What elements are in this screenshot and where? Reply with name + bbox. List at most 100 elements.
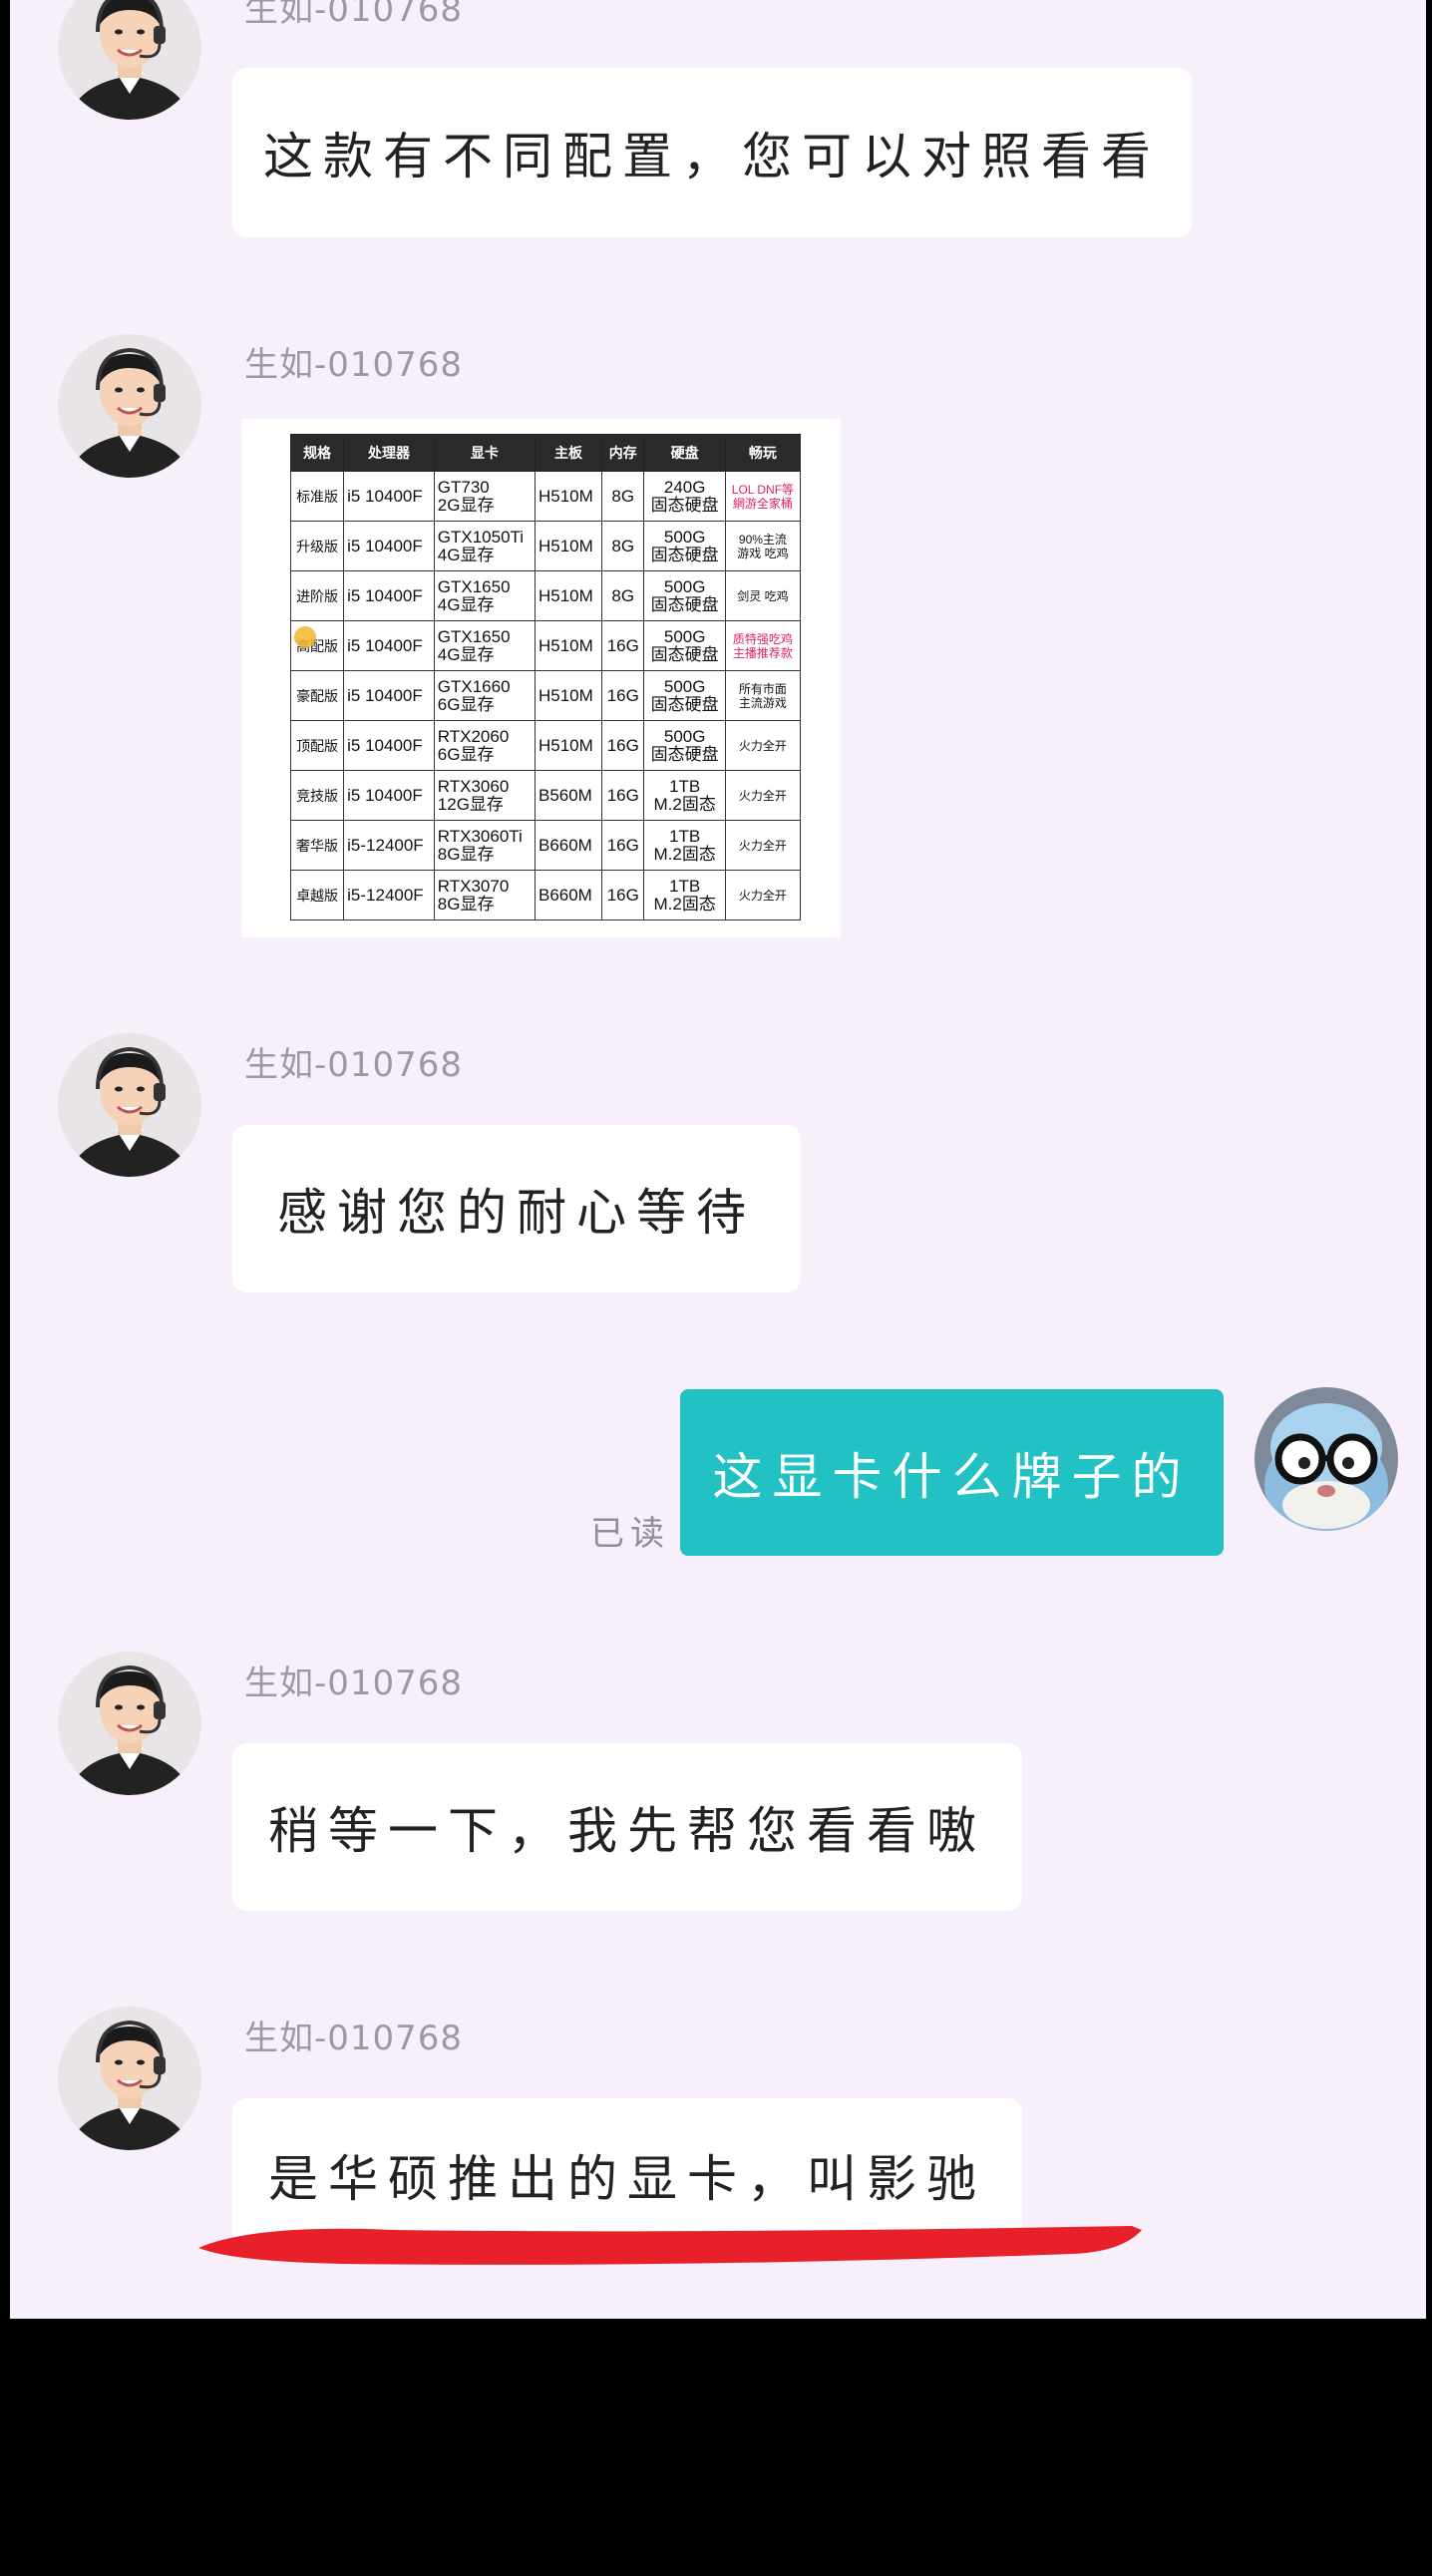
spec-table-cell: i5 10400F bbox=[343, 570, 435, 621]
spec-cell-text: i5-12400F bbox=[347, 885, 424, 905]
spec-table-row: 卓越版 i5-12400F RTX3070 8G显存 B660M 16G 1TB M.2固态火… bbox=[289, 870, 802, 920]
spec-table-row: 进阶版 i5 10400F GTX1650 4G显存 H510M 8G 500G 固态硬盘 剑灵… bbox=[289, 570, 802, 621]
spec-table-cell: 16G bbox=[601, 870, 645, 920]
spec-cell-text: 16G bbox=[606, 635, 639, 655]
my-message-bubble[interactable]: 这显卡什么牌子的 bbox=[680, 1389, 1224, 1556]
spec-table-cell: 奢华版 bbox=[289, 820, 345, 871]
spec-cell-text: H510M bbox=[537, 536, 593, 555]
spec-table-row: 高配版 i5 10400F GTX1650 4G显存 H510M 16G 500G 固态硬盘质… bbox=[289, 620, 802, 671]
sticker-icon bbox=[294, 626, 316, 648]
spec-table-cell: 火力全开 bbox=[724, 770, 802, 821]
spec-cell-text: i5 10400F bbox=[347, 486, 423, 506]
spec-table-cell: i5 10400F bbox=[343, 770, 435, 821]
spec-cell-text: 90%主流 bbox=[738, 532, 787, 547]
spec-table-cell: RTX3060Ti 8G显存 bbox=[433, 820, 536, 871]
spec-table-cell: 8G bbox=[601, 521, 645, 571]
spec-table-cell: i5 10400F bbox=[343, 670, 435, 721]
spec-table-row: 升级版 i5 10400F GTX1050Ti 4G显存 H510M 8G 500G 固态硬盘… bbox=[289, 521, 802, 571]
spec-table-cell: 竞技版 bbox=[289, 770, 345, 821]
spec-cell-text: 固态硬盘 bbox=[650, 744, 719, 764]
spec-table-header-cell: 主板 bbox=[534, 434, 603, 472]
spec-cell-text: 500G bbox=[663, 576, 706, 596]
spec-table-cell: GTX1660 6G显存 bbox=[433, 670, 536, 721]
spec-table-cell: 240G 固态硬盘 bbox=[643, 471, 726, 522]
spec-table-cell: H510M bbox=[534, 620, 603, 671]
spec-cell-text: 16G bbox=[606, 785, 639, 805]
agent-avatar[interactable] bbox=[58, 1652, 201, 1795]
spec-cell-text: 網游全家桶 bbox=[732, 496, 793, 511]
spec-table-cell: H510M bbox=[534, 471, 603, 522]
spec-table-header-cell: 规格 bbox=[289, 434, 345, 472]
spec-table-cell: 500G 固态硬盘 bbox=[643, 670, 726, 721]
spec-table-cell: H510M bbox=[534, 670, 603, 721]
spec-cell-text: B560M bbox=[537, 785, 592, 805]
agent-avatar[interactable] bbox=[58, 1033, 201, 1177]
spec-table-cell: 500G 固态硬盘 bbox=[643, 620, 726, 671]
spec-table-cell: i5 10400F bbox=[343, 620, 435, 671]
user-avatar[interactable] bbox=[1254, 1387, 1398, 1531]
spec-table-cell: i5-12400F bbox=[343, 820, 435, 871]
spec-table-header-cell: 内存 bbox=[601, 434, 645, 472]
spec-table-cell: GTX1650 4G显存 bbox=[433, 570, 536, 621]
agent-avatar[interactable] bbox=[58, 0, 201, 120]
spec-cell-text: 固态硬盘 bbox=[650, 495, 719, 515]
config-table-image[interactable]: 规格 处理器 显卡 主板 内存 硬盘 畅玩 标准版 i5 10400F GT730 2G显存 H51… bbox=[242, 419, 841, 937]
spec-cell-text: GTX1650 bbox=[437, 576, 511, 596]
spec-cell-text: 4G显存 bbox=[437, 644, 495, 664]
spec-table-cell: B660M bbox=[534, 820, 603, 871]
spec-cell-text: GTX1650 bbox=[437, 626, 511, 646]
sender-name: 生如-010768 bbox=[244, 1663, 464, 1703]
message-bubble[interactable]: 感谢您的耐心等待 bbox=[232, 1125, 801, 1292]
spec-table-cell: 所有市面 主流游戏 bbox=[724, 670, 802, 721]
spec-table-header-cell: 显卡 bbox=[433, 434, 536, 472]
glasses-toy-avatar-icon bbox=[1254, 1387, 1398, 1531]
spec-table-cell: 火力全开 bbox=[724, 820, 802, 871]
spec-table: 规格 处理器 显卡 主板 内存 硬盘 畅玩 标准版 i5 10400F GT730 2G显存 H51… bbox=[289, 434, 802, 920]
spec-table-header: 规格 处理器 显卡 主板 内存 硬盘 畅玩 bbox=[289, 434, 802, 472]
spec-cell-text: 升级版 bbox=[296, 538, 339, 554]
spec-cell-text: 固态硬盘 bbox=[650, 545, 719, 564]
spec-cell-text: 火力全开 bbox=[738, 738, 787, 753]
spec-cell-text: 500G bbox=[663, 626, 706, 646]
spec-cell-text: i5 10400F bbox=[347, 585, 423, 605]
spec-table-cell: 16G bbox=[601, 620, 645, 671]
spec-cell-text: 6G显存 bbox=[437, 744, 495, 764]
spec-table-cell: B560M bbox=[534, 770, 603, 821]
spec-cell-text: 1TB bbox=[669, 876, 701, 896]
spec-table-header-cell: 硬盘 bbox=[643, 434, 726, 472]
spec-cell-text: RTX3070 bbox=[437, 876, 510, 896]
spec-table-cell: 质特强吃鸡 主播推荐款 bbox=[724, 620, 802, 671]
spec-table-cell: i5 10400F bbox=[343, 471, 435, 522]
spec-table-row: 顶配版 i5 10400F RTX2060 6G显存 H510M 16G 500G 固态硬盘火… bbox=[289, 720, 802, 771]
sender-name: 生如-010768 bbox=[244, 1045, 464, 1085]
spec-cell-text: 游戏 吃鸡 bbox=[737, 546, 789, 560]
spec-table-cell: RTX2060 6G显存 bbox=[433, 720, 536, 771]
spec-cell-text: GTX1660 bbox=[437, 676, 511, 696]
agent-avatar[interactable] bbox=[58, 2007, 201, 2150]
spec-cell-text: 卓越版 bbox=[296, 887, 339, 904]
spec-table-cell: 8G bbox=[601, 570, 645, 621]
spec-table-cell: 升级版 bbox=[289, 521, 345, 571]
spec-table-cell: 500G 固态硬盘 bbox=[643, 570, 726, 621]
spec-cell-text: 豪配版 bbox=[296, 687, 339, 704]
message-bubble[interactable]: 稍等一下，我先帮您看看嗷 bbox=[232, 1743, 1022, 1911]
spec-cell-text: 火力全开 bbox=[738, 838, 787, 853]
spec-table-cell: 16G bbox=[601, 820, 645, 871]
sender-name: 生如-010768 bbox=[244, 2019, 464, 2058]
spec-table-cell: 90%主流 游戏 吃鸡 bbox=[724, 521, 802, 571]
agent-avatar[interactable] bbox=[58, 334, 201, 478]
spec-table-cell: i5 10400F bbox=[343, 720, 435, 771]
spec-cell-text: 4G显存 bbox=[437, 545, 495, 564]
spec-cell-text: 500G bbox=[663, 676, 706, 696]
spec-cell-text: i5 10400F bbox=[347, 635, 423, 655]
spec-cell-text: 所有市面 bbox=[738, 681, 787, 696]
red-underline-annotation bbox=[198, 2226, 1142, 2265]
spec-table-cell: H510M bbox=[534, 720, 603, 771]
message-bubble[interactable]: 这款有不同配置，您可以对照看看 bbox=[232, 68, 1192, 237]
spec-cell-text: 8G显存 bbox=[437, 844, 495, 864]
spec-cell-text: RTX3060Ti bbox=[437, 826, 523, 846]
spec-cell-text: 2G显存 bbox=[437, 495, 495, 515]
spec-cell-text: 16G bbox=[606, 885, 639, 905]
spec-table-cell: 16G bbox=[601, 670, 645, 721]
spec-cell-text: i5-12400F bbox=[347, 835, 424, 855]
